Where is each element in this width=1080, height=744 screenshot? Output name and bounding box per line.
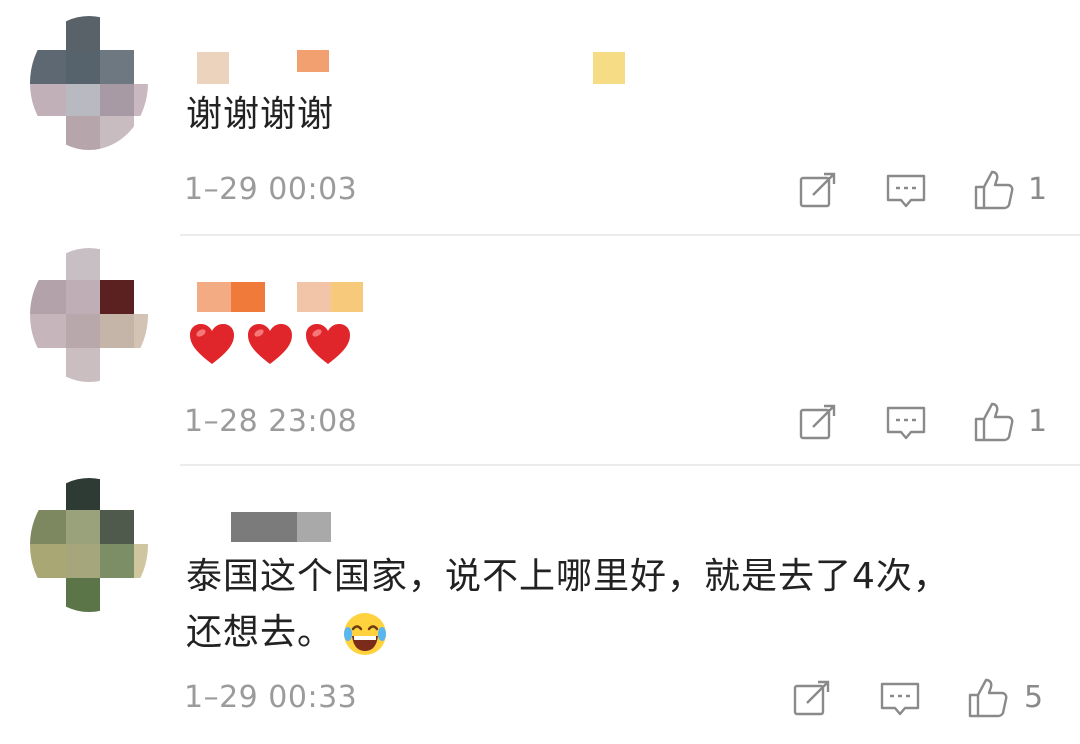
- reply-icon[interactable]: [878, 676, 922, 720]
- avatar[interactable]: [30, 248, 148, 382]
- comment-text-line: 还想去。: [186, 612, 335, 653]
- comment-text-line-2: 还想去。: [186, 608, 950, 658]
- reply-icon[interactable]: [884, 168, 928, 212]
- avatar[interactable]: [30, 478, 148, 612]
- avatar[interactable]: [30, 16, 148, 150]
- comment-actions: 1: [0, 168, 1080, 218]
- laughing-tears-icon: [344, 613, 387, 655]
- like-icon[interactable]: [966, 676, 1010, 720]
- comment-1: 谢谢谢谢 1–29 00:03 1: [0, 0, 1080, 236]
- repost-icon[interactable]: [790, 676, 834, 720]
- repost-icon[interactable]: [796, 400, 840, 444]
- heart-icon: [306, 324, 350, 364]
- comment-actions: 1: [0, 400, 1080, 450]
- like-count: 1: [1028, 404, 1048, 439]
- comment-text: 谢谢谢谢: [186, 94, 335, 135]
- heart-icon: [190, 324, 234, 364]
- comment-actions: 5: [0, 676, 1080, 726]
- reply-icon[interactable]: [884, 400, 928, 444]
- comment-3: 泰国这个国家，说不上哪里好，就是去了4次， 还想去。 1–29 00:33 5: [0, 466, 1080, 744]
- comment-2: 1–28 23:08 1: [0, 236, 1080, 466]
- heart-icon: [248, 324, 292, 364]
- like-count: 5: [1024, 680, 1044, 715]
- comment-text: 泰国这个国家，说不上哪里好，就是去了4次， 还想去。: [186, 552, 950, 658]
- comment-emoji-row: [188, 322, 352, 366]
- like-count: 1: [1028, 172, 1048, 207]
- like-icon[interactable]: [972, 168, 1016, 212]
- like-icon[interactable]: [972, 400, 1016, 444]
- comment-text-line: 泰国这个国家，说不上哪里好，就是去了4次，: [186, 556, 950, 597]
- repost-icon[interactable]: [796, 168, 840, 212]
